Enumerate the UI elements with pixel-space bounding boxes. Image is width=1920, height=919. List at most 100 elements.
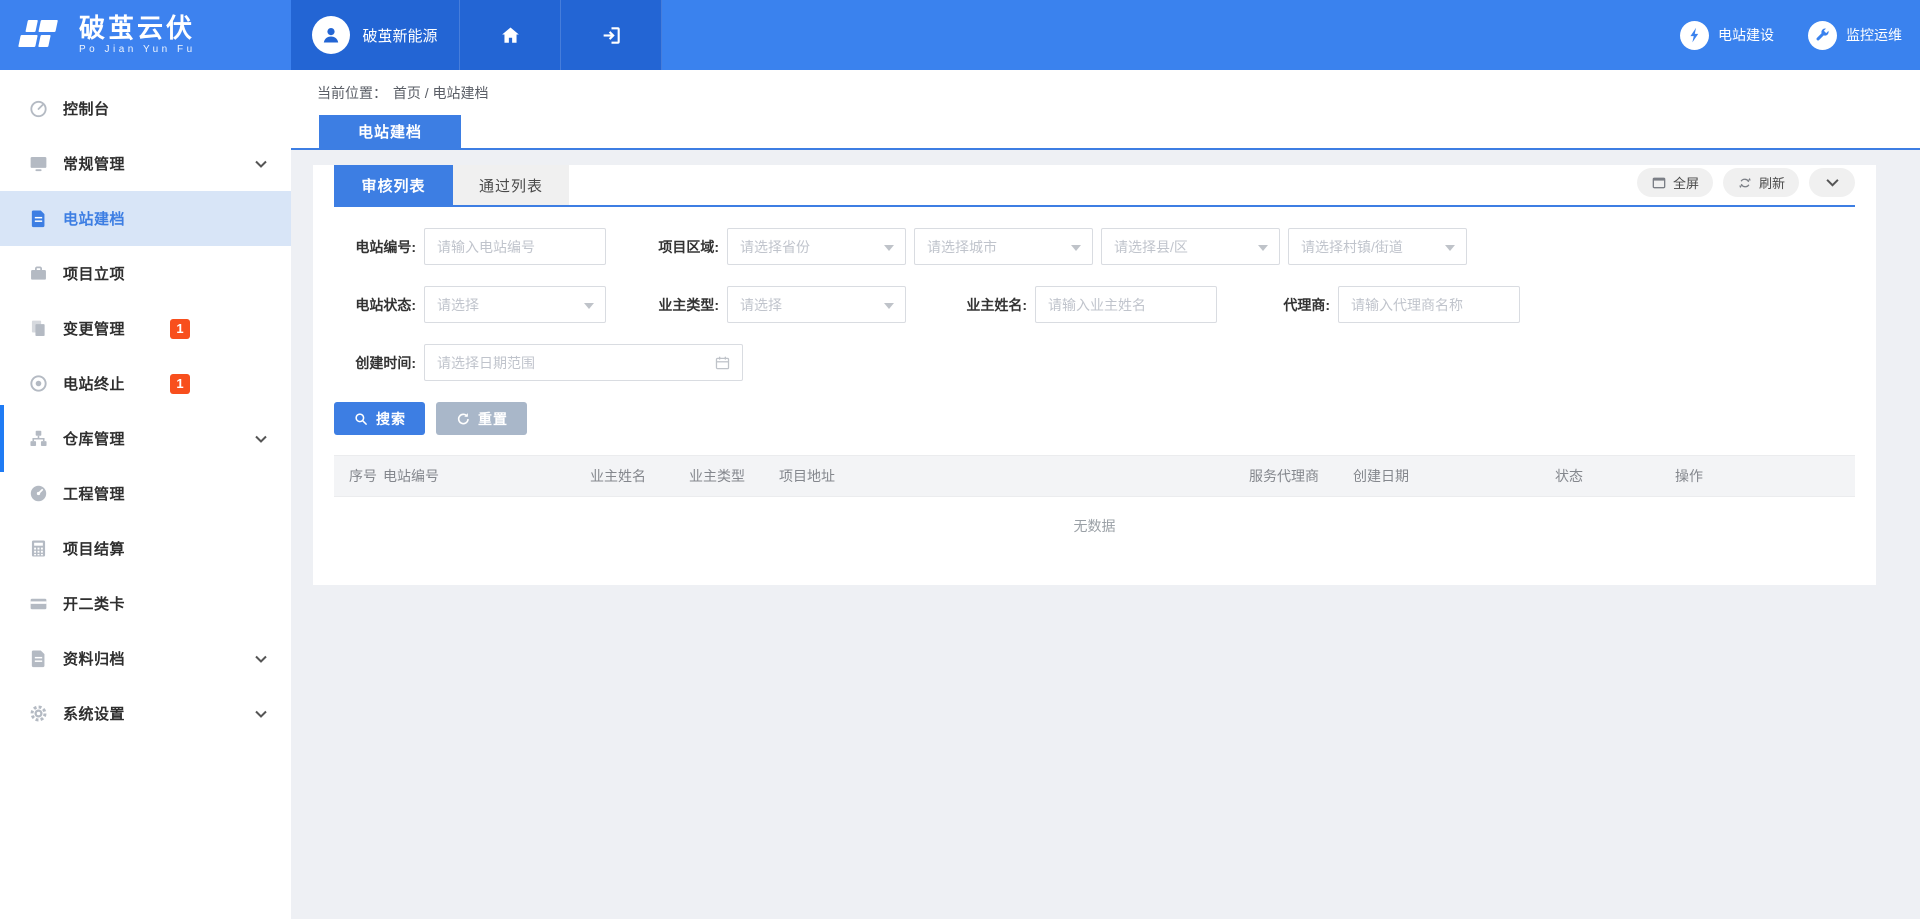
sidebar-item-system-settings[interactable]: 系统设置	[0, 686, 291, 741]
empty-state: 无数据	[334, 497, 1855, 555]
collapse-button[interactable]	[1809, 168, 1855, 197]
sidebar-item-label: 变更管理	[63, 318, 125, 339]
sidebar-item-label: 资料归档	[63, 648, 125, 669]
fullscreen-label: 全屏	[1673, 173, 1699, 192]
sidebar-item-engineering-management[interactable]: 工程管理	[0, 466, 291, 521]
sidebar-item-label: 项目立项	[63, 263, 125, 284]
sidebar-item-label: 系统设置	[63, 703, 125, 724]
refresh-button[interactable]: 刷新	[1723, 168, 1799, 197]
sidebar-item-label: 控制台	[63, 98, 110, 119]
date-range-picker[interactable]	[424, 344, 743, 381]
sidebar-item-label: 开二类卡	[63, 593, 125, 614]
fullscreen-button[interactable]: 全屏	[1637, 168, 1713, 197]
chevron-down-icon	[255, 160, 267, 168]
town-select[interactable]: 请选择村镇/街道	[1288, 228, 1467, 265]
station-no-input[interactable]	[424, 228, 606, 265]
chevron-down-icon	[255, 655, 267, 663]
header-dark-section: 破茧新能源	[291, 0, 662, 70]
caret-down-icon	[884, 245, 894, 251]
notification-badge: 1	[170, 319, 190, 339]
sidebar: 控制台 常规管理 电站建档	[0, 70, 291, 919]
fullscreen-icon	[1651, 175, 1667, 191]
document-icon	[27, 208, 49, 230]
sidebar-item-open-class2-card[interactable]: 开二类卡	[0, 576, 291, 631]
col-操作: 操作	[1675, 466, 1855, 486]
city-select[interactable]: 请选择城市	[914, 228, 1093, 265]
logout-button[interactable]	[561, 0, 662, 70]
station-status-label: 电站状态:	[334, 295, 424, 315]
gear-icon	[27, 703, 49, 725]
file-icon	[27, 648, 49, 670]
sidebar-item-project-settlement[interactable]: 项目结算	[0, 521, 291, 576]
sidebar-item-project-initiation[interactable]: 项目立项	[0, 246, 291, 301]
home-icon	[499, 24, 522, 47]
sitemap-icon	[27, 428, 49, 450]
search-icon	[353, 411, 369, 427]
notification-badge: 1	[170, 374, 190, 394]
nav-monitoring-ops[interactable]: 监控运维	[1808, 21, 1902, 50]
table-header-row: 序号 电站编号 业主姓名 业主类型 项目地址 服务代理商 创建日期 状态 操作	[334, 455, 1855, 497]
sidebar-item-change-management[interactable]: 变更管理 1	[0, 301, 291, 356]
owner-name-input[interactable]	[1035, 286, 1217, 323]
owner-type-value: 请选择	[740, 295, 782, 315]
create-time-label: 创建时间:	[334, 353, 424, 373]
filter-row-2: 电站状态: 请选择 业主类型: 请选择 业主姓名: 代理商:	[334, 286, 1855, 323]
brand-logo-area: 破茧云伏 Po Jian Yun Fu	[0, 0, 291, 70]
nav-station-construction[interactable]: 电站建设	[1680, 21, 1774, 50]
home-button[interactable]	[460, 0, 561, 70]
caret-down-icon	[884, 303, 894, 309]
owner-type-select[interactable]: 请选择	[727, 286, 906, 323]
content-panel: 审核列表 通过列表 全屏	[313, 165, 1876, 585]
brand-tagline: Po Jian Yun Fu	[79, 44, 196, 55]
refresh-icon	[1737, 175, 1753, 191]
tab-review-list[interactable]: 审核列表	[334, 165, 453, 205]
refresh-label: 刷新	[1759, 173, 1785, 192]
reset-icon	[455, 411, 471, 427]
breadcrumb-tab-bar: 当前位置： 首页 / 电站建档 电站建档	[291, 70, 1920, 150]
calculator-icon	[27, 538, 49, 560]
nav-label: 电站建设	[1718, 25, 1774, 45]
user-icon	[319, 23, 343, 47]
sidebar-item-warehouse-management[interactable]: 仓库管理	[0, 411, 291, 466]
county-select[interactable]: 请选择县/区	[1101, 228, 1280, 265]
user-menu[interactable]: 破茧新能源	[291, 0, 460, 70]
copy-pages-icon	[27, 318, 49, 340]
chevron-down-icon	[255, 710, 267, 718]
town-select-value: 请选择村镇/街道	[1301, 237, 1403, 257]
avatar	[312, 16, 350, 54]
monitor-icon	[27, 153, 49, 175]
reset-button[interactable]: 重置	[436, 402, 527, 435]
speedometer-icon	[27, 483, 49, 505]
station-status-select[interactable]: 请选择	[424, 286, 606, 323]
page-tab-station-filing[interactable]: 电站建档	[319, 115, 461, 148]
station-no-label: 电站编号:	[334, 237, 424, 257]
search-button[interactable]: 搜索	[334, 402, 425, 435]
breadcrumb-path: 首页 / 电站建档	[393, 85, 489, 101]
sidebar-item-station-termination[interactable]: 电站终止 1	[0, 356, 291, 411]
province-select[interactable]: 请选择省份	[727, 228, 906, 265]
caret-down-icon	[1258, 245, 1268, 251]
caret-down-icon	[584, 303, 594, 309]
county-select-value: 请选择县/区	[1114, 237, 1188, 257]
lightning-icon	[1680, 21, 1709, 50]
chevron-down-icon	[255, 435, 267, 443]
reset-label: 重置	[478, 409, 508, 429]
date-range-input[interactable]	[425, 345, 742, 380]
filter-form: 电站编号: 项目区域: 请选择省份 请选择城市 请选择县/区	[334, 228, 1855, 381]
tab-passed-list[interactable]: 通过列表	[453, 165, 569, 205]
sidebar-item-data-archiving[interactable]: 资料归档	[0, 631, 291, 686]
agent-label: 代理商:	[1217, 295, 1338, 315]
briefcase-icon	[27, 263, 49, 285]
brand-logo-icon	[17, 15, 65, 55]
company-name: 破茧新能源	[362, 25, 437, 46]
sidebar-item-general-management[interactable]: 常规管理	[0, 136, 291, 191]
filter-row-3: 创建时间:	[334, 344, 1855, 381]
app-root: 破茧云伏 Po Jian Yun Fu 破茧新能源	[0, 0, 1920, 919]
sidebar-item-dashboard[interactable]: 控制台	[0, 81, 291, 136]
agent-input[interactable]	[1338, 286, 1520, 323]
top-header: 破茧云伏 Po Jian Yun Fu 破茧新能源	[0, 0, 1920, 70]
region-label: 项目区域:	[606, 237, 727, 257]
owner-type-label: 业主类型:	[606, 295, 727, 315]
breadcrumb-prefix: 当前位置：	[317, 85, 387, 101]
sidebar-item-station-filing[interactable]: 电站建档	[0, 191, 291, 246]
